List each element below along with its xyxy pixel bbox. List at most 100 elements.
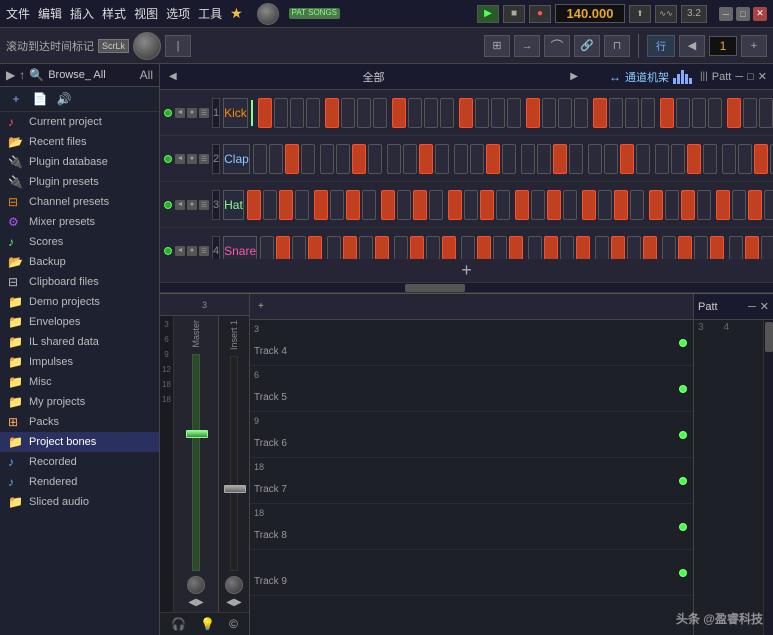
menu-style[interactable]: 样式 bbox=[102, 5, 126, 22]
drum-step-clap-1[interactable] bbox=[269, 144, 283, 174]
insert1-pan-arrows[interactable]: ◀▶ bbox=[226, 597, 241, 608]
sidebar-item-recorded[interactable]: ♪Recorded bbox=[0, 452, 159, 472]
drum-step-hat-8[interactable] bbox=[381, 190, 395, 220]
drum-step-kick-14[interactable] bbox=[491, 98, 505, 128]
drum-step-kick-4[interactable] bbox=[325, 98, 339, 128]
ph-square-btn[interactable]: □ bbox=[747, 71, 754, 83]
drum-step-kick-23[interactable] bbox=[641, 98, 655, 128]
rp-scroll-thumb[interactable] bbox=[765, 322, 773, 352]
drum-step-snare-14[interactable] bbox=[493, 236, 507, 260]
drum-step-clap-10[interactable] bbox=[419, 144, 433, 174]
drum-step-snare-1[interactable] bbox=[276, 236, 290, 260]
mixer-light-icon[interactable]: 💡 bbox=[200, 617, 215, 631]
master-volume-knob[interactable] bbox=[187, 576, 205, 594]
drum-step-clap-18[interactable] bbox=[553, 144, 567, 174]
drum-step-clap-24[interactable] bbox=[655, 144, 669, 174]
drum-step-clap-29[interactable] bbox=[738, 144, 752, 174]
prev-btn[interactable]: ◀ bbox=[679, 35, 705, 57]
sidebar-back-btn[interactable]: ▶ bbox=[6, 68, 15, 82]
drum-step-hat-5[interactable] bbox=[330, 190, 344, 220]
drum-step-kick-15[interactable] bbox=[507, 98, 521, 128]
drum-step-kick-28[interactable] bbox=[727, 98, 741, 128]
drum-step-snare-2[interactable] bbox=[292, 236, 306, 260]
row-number[interactable]: 1 bbox=[709, 36, 737, 56]
metronome[interactable]: ∿∿ bbox=[655, 5, 677, 23]
drum-step-snare-6[interactable] bbox=[359, 236, 373, 260]
sidebar-item-misc[interactable]: 📁Misc bbox=[0, 372, 159, 392]
track-led[interactable] bbox=[679, 431, 687, 439]
drum-step-kick-10[interactable] bbox=[424, 98, 438, 128]
drum-led-kick[interactable] bbox=[164, 109, 172, 117]
drum-step-hat-25[interactable] bbox=[665, 190, 679, 220]
drum-step-snare-17[interactable] bbox=[544, 236, 558, 260]
drum-step-clap-17[interactable] bbox=[537, 144, 551, 174]
drum-step-hat-18[interactable] bbox=[547, 190, 561, 220]
track-led[interactable] bbox=[679, 477, 687, 485]
drum-step-clap-11[interactable] bbox=[435, 144, 449, 174]
drum-step-clap-27[interactable] bbox=[703, 144, 717, 174]
sidebar-item-plugin-database[interactable]: 🔌Plugin database bbox=[0, 152, 159, 172]
drum-step-snare-13[interactable] bbox=[477, 236, 491, 260]
ph-close-btn[interactable]: ✕ bbox=[758, 70, 767, 83]
sidebar-item-scores[interactable]: ♪Scores bbox=[0, 232, 159, 252]
drum-step-hat-24[interactable] bbox=[649, 190, 663, 220]
drum-step-snare-21[interactable] bbox=[611, 236, 625, 260]
menu-file[interactable]: 文件 bbox=[6, 5, 30, 22]
curve-btn[interactable]: ⌒ bbox=[544, 35, 570, 57]
drum-step-snare-18[interactable] bbox=[560, 236, 574, 260]
master-pan-arrows[interactable]: ◀▶ bbox=[188, 597, 203, 608]
drum-step-clap-20[interactable] bbox=[588, 144, 602, 174]
drum-step-clap-19[interactable] bbox=[569, 144, 583, 174]
pat-song-toggle[interactable]: PAT SONGS bbox=[289, 8, 340, 19]
sidebar-item-project-bones[interactable]: 📁Project bones bbox=[0, 432, 159, 452]
master-fader[interactable] bbox=[186, 430, 208, 438]
drum-step-snare-4[interactable] bbox=[327, 236, 341, 260]
drum-step-hat-17[interactable] bbox=[531, 190, 545, 220]
bpm-display[interactable]: 140.000 bbox=[555, 4, 625, 23]
drum-step-clap-23[interactable] bbox=[636, 144, 650, 174]
drum-step-snare-24[interactable] bbox=[662, 236, 676, 260]
favorite-star[interactable]: ★ bbox=[230, 5, 243, 22]
drum-step-kick-9[interactable] bbox=[408, 98, 422, 128]
insert1-fader[interactable] bbox=[224, 485, 246, 493]
drum-step-kick-25[interactable] bbox=[676, 98, 690, 128]
drum-step-hat-11[interactable] bbox=[429, 190, 443, 220]
drum-step-hat-30[interactable] bbox=[748, 190, 762, 220]
drum-step-snare-28[interactable] bbox=[729, 236, 743, 260]
drum-step-kick-30[interactable] bbox=[759, 98, 773, 128]
drum-step-snare-11[interactable] bbox=[442, 236, 456, 260]
drum-step-hat-26[interactable] bbox=[681, 190, 695, 220]
drum-step-clap-13[interactable] bbox=[470, 144, 484, 174]
drum-step-snare-22[interactable] bbox=[627, 236, 641, 260]
ph-left-arrow[interactable]: ↔ bbox=[609, 70, 621, 84]
drum-step-hat-21[interactable] bbox=[598, 190, 612, 220]
rp-min-btn[interactable]: ─ bbox=[748, 301, 756, 313]
menu-edit[interactable]: 编辑 bbox=[38, 5, 62, 22]
drum-step-hat-20[interactable] bbox=[582, 190, 596, 220]
drum-step-snare-10[interactable] bbox=[426, 236, 440, 260]
drum-name-snare[interactable]: Snare bbox=[223, 236, 257, 260]
sidebar-item-channel-presets[interactable]: ⊟Channel presets bbox=[0, 192, 159, 212]
drum-step-clap-5[interactable] bbox=[336, 144, 350, 174]
sidebar-item-rendered[interactable]: ♪Rendered bbox=[0, 472, 159, 492]
sidebar-item-envelopes[interactable]: 📁Envelopes bbox=[0, 312, 159, 332]
scroll-knob[interactable] bbox=[133, 32, 161, 60]
drum-step-clap-4[interactable] bbox=[320, 144, 334, 174]
drum-step-kick-7[interactable] bbox=[373, 98, 387, 128]
plus-btn[interactable]: + bbox=[741, 35, 767, 57]
drum-step-hat-9[interactable] bbox=[397, 190, 411, 220]
drum-step-kick-27[interactable] bbox=[708, 98, 722, 128]
sidebar-item-sliced-audio[interactable]: 📁Sliced audio bbox=[0, 492, 159, 512]
drum-step-clap-22[interactable] bbox=[620, 144, 634, 174]
drum-step-hat-13[interactable] bbox=[464, 190, 478, 220]
sidebar-item-recent-files[interactable]: 📂Recent files bbox=[0, 132, 159, 152]
playlist-track-track-9[interactable]: Track 9 bbox=[250, 550, 693, 596]
insert1-volume-knob[interactable] bbox=[225, 576, 243, 594]
minimize-button[interactable]: ─ bbox=[719, 7, 733, 21]
drum-name-clap[interactable]: Clap bbox=[223, 144, 250, 174]
sidebar-item-plugin-presets[interactable]: 🔌Plugin presets bbox=[0, 172, 159, 192]
sidebar-item-demo-projects[interactable]: 📁Demo projects bbox=[0, 292, 159, 312]
drum-step-kick-2[interactable] bbox=[290, 98, 304, 128]
drum-step-snare-0[interactable] bbox=[260, 236, 274, 260]
drum-step-kick-6[interactable] bbox=[357, 98, 371, 128]
